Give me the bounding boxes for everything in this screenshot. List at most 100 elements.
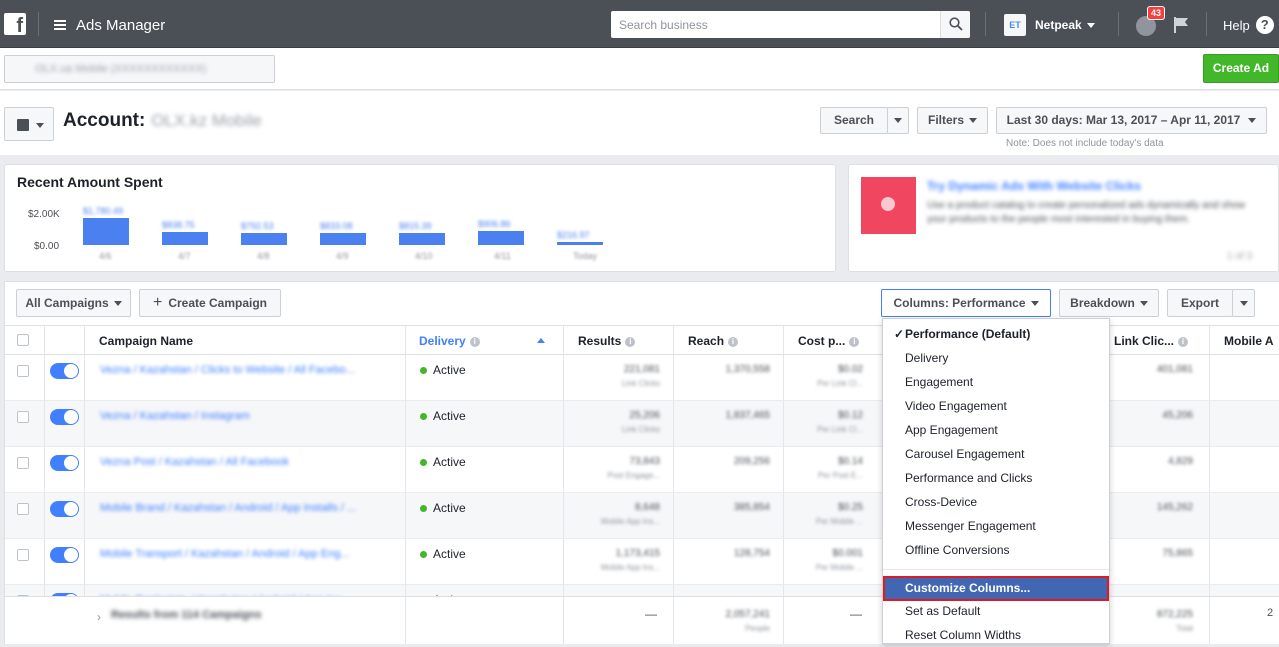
info-icon[interactable]: i bbox=[625, 336, 636, 347]
campaign-name-link[interactable]: Vezna / Kazahstan / Clicks to Website / … bbox=[100, 364, 355, 376]
promo-card: Try Dynamic Ads With Website Clicks Use … bbox=[848, 164, 1279, 272]
campaign-name-link[interactable]: Vezna Post / Kazahstan / All Facebook bbox=[100, 456, 289, 468]
create-ad-button[interactable]: Create Ad bbox=[1203, 54, 1279, 83]
breakdown-button[interactable]: Breakdown bbox=[1059, 289, 1159, 317]
spent-bar[interactable] bbox=[162, 232, 208, 245]
help-label: Help bbox=[1223, 17, 1250, 33]
sort-ascending-icon[interactable] bbox=[537, 338, 545, 343]
select-all-checkbox[interactable] bbox=[17, 334, 29, 346]
top-bar: f Ads Manager ET Netpeak 43 Help ? bbox=[0, 0, 1279, 48]
column-preset-menu-item[interactable]: Engagement bbox=[883, 370, 1109, 394]
flag-icon[interactable] bbox=[1172, 16, 1190, 34]
header-mobile[interactable]: Mobile A bbox=[1224, 334, 1274, 348]
column-preset-menu-item[interactable]: ✓ Performance (Default) bbox=[883, 322, 1109, 346]
export-button[interactable]: Export bbox=[1167, 289, 1233, 317]
column-divider bbox=[563, 597, 564, 644]
create-campaign-button[interactable]: + Create Campaign bbox=[139, 289, 281, 317]
header-cost[interactable]: Cost p... i bbox=[798, 334, 860, 348]
date-note: Note: Does not include today's data bbox=[1006, 138, 1164, 149]
info-icon[interactable]: i bbox=[728, 336, 739, 347]
column-divider bbox=[44, 401, 45, 446]
column-divider bbox=[1209, 493, 1210, 538]
results-type: Link Clicks bbox=[621, 379, 660, 388]
help-button[interactable]: Help ? bbox=[1223, 16, 1274, 34]
filters-button[interactable]: Filters bbox=[917, 107, 988, 134]
search-toggle-button[interactable]: Search bbox=[820, 107, 888, 134]
row-checkbox[interactable] bbox=[17, 457, 29, 469]
spent-bar[interactable] bbox=[241, 233, 287, 245]
promo-pager[interactable]: 1 of 3 bbox=[1227, 251, 1252, 262]
chevron-down-icon bbox=[1239, 301, 1248, 307]
search-button[interactable] bbox=[940, 11, 970, 38]
column-preset-label: Delivery bbox=[905, 351, 949, 365]
ad-account-selector[interactable]: OLX.ua Mobile (XXXXXXXXXXXX) bbox=[4, 55, 275, 83]
expand-chevron-icon[interactable]: › bbox=[97, 610, 101, 624]
spent-bar-date-label: 4/8 bbox=[257, 251, 270, 261]
account-switcher[interactable]: ET Netpeak bbox=[1004, 14, 1095, 36]
spent-bar[interactable] bbox=[399, 233, 445, 245]
column-preset-menu-item[interactable]: Cross-Device bbox=[883, 490, 1109, 514]
view-switcher-button[interactable] bbox=[4, 107, 54, 141]
info-icon[interactable]: i bbox=[849, 336, 860, 347]
column-divider bbox=[84, 326, 85, 354]
column-preset-menu-item[interactable]: Delivery bbox=[883, 346, 1109, 370]
column-divider bbox=[673, 597, 674, 644]
column-divider bbox=[563, 493, 564, 538]
column-divider bbox=[44, 539, 45, 584]
chevron-down-icon bbox=[1248, 118, 1257, 124]
header-campaign-name[interactable]: Campaign Name bbox=[99, 334, 193, 348]
campaign-on-off-toggle[interactable] bbox=[50, 409, 79, 425]
columns-dropdown-menu: ✓ Performance (Default) Delivery Engagement… bbox=[882, 318, 1110, 644]
campaign-name-link[interactable]: Mobile Brand / Kazahstan / Android / App… bbox=[100, 502, 356, 514]
customize-columns-menu-item[interactable]: Customize Columns... bbox=[883, 576, 1109, 601]
info-icon[interactable]: i bbox=[469, 336, 480, 347]
reset-column-widths-menu-item[interactable]: Reset Column Widths bbox=[883, 623, 1109, 647]
search-options-dropdown[interactable] bbox=[887, 107, 909, 134]
campaign-on-off-toggle[interactable] bbox=[50, 501, 79, 517]
row-checkbox[interactable] bbox=[17, 365, 29, 377]
promo-title[interactable]: Try Dynamic Ads With Website Clicks bbox=[927, 179, 1141, 193]
column-preset-menu-item[interactable]: Video Engagement bbox=[883, 394, 1109, 418]
info-icon[interactable]: i bbox=[1178, 336, 1189, 347]
column-preset-menu-item[interactable]: App Engagement bbox=[883, 418, 1109, 442]
campaign-on-off-toggle[interactable] bbox=[50, 363, 79, 379]
column-divider bbox=[44, 447, 45, 492]
column-divider bbox=[1209, 355, 1210, 400]
columns-dropdown-button[interactable]: Columns: Performance bbox=[881, 289, 1051, 317]
header-link-clicks[interactable]: Link Clic... i bbox=[1114, 334, 1189, 348]
search-business-input[interactable] bbox=[611, 11, 936, 38]
spent-bar[interactable] bbox=[557, 242, 603, 245]
column-divider bbox=[783, 539, 784, 584]
set-as-default-menu-item[interactable]: Set as Default bbox=[883, 599, 1109, 623]
cost-type: Per Post E... bbox=[818, 471, 863, 480]
delivery-status-label: Active bbox=[433, 363, 466, 377]
row-checkbox[interactable] bbox=[17, 411, 29, 423]
date-range-picker[interactable]: Last 30 days: Mar 13, 2017 – Apr 11, 201… bbox=[996, 107, 1267, 134]
column-divider bbox=[783, 447, 784, 492]
row-checkbox[interactable] bbox=[17, 549, 29, 561]
spent-bar[interactable] bbox=[320, 233, 366, 245]
campaign-name-link[interactable]: Mobile Transport / Kazahstan / Android /… bbox=[100, 548, 349, 560]
facebook-logo-icon[interactable]: f bbox=[4, 13, 26, 35]
campaign-name-link[interactable]: Vezna / Kazahstan / Instagram bbox=[100, 410, 250, 422]
column-divider bbox=[1209, 539, 1210, 584]
header-reach[interactable]: Reach i bbox=[688, 334, 739, 348]
campaign-on-off-toggle[interactable] bbox=[50, 547, 79, 563]
campaign-on-off-toggle[interactable] bbox=[50, 455, 79, 471]
header-results[interactable]: Results i bbox=[578, 334, 636, 348]
ads-manager-menu-button[interactable]: Ads Manager bbox=[54, 14, 194, 36]
column-preset-menu-item[interactable]: Offline Conversions bbox=[883, 538, 1109, 562]
export-options-dropdown[interactable] bbox=[1232, 289, 1255, 317]
promo-body: Use a product catalog to create personal… bbox=[927, 200, 1245, 225]
column-preset-menu-item[interactable]: Performance and Clicks bbox=[883, 466, 1109, 490]
spent-bar[interactable] bbox=[83, 218, 129, 245]
spent-bar[interactable] bbox=[478, 231, 524, 245]
all-campaigns-filter[interactable]: All Campaigns bbox=[16, 289, 131, 317]
breakdown-label: Breakdown bbox=[1070, 296, 1135, 310]
link-clicks-value: 4,829 bbox=[1167, 456, 1193, 467]
delivery-status: Active bbox=[420, 547, 466, 561]
column-preset-menu-item[interactable]: Messenger Engagement bbox=[883, 514, 1109, 538]
header-delivery[interactable]: Delivery i bbox=[419, 334, 480, 348]
column-preset-menu-item[interactable]: Carousel Engagement bbox=[883, 442, 1109, 466]
row-checkbox[interactable] bbox=[17, 503, 29, 515]
